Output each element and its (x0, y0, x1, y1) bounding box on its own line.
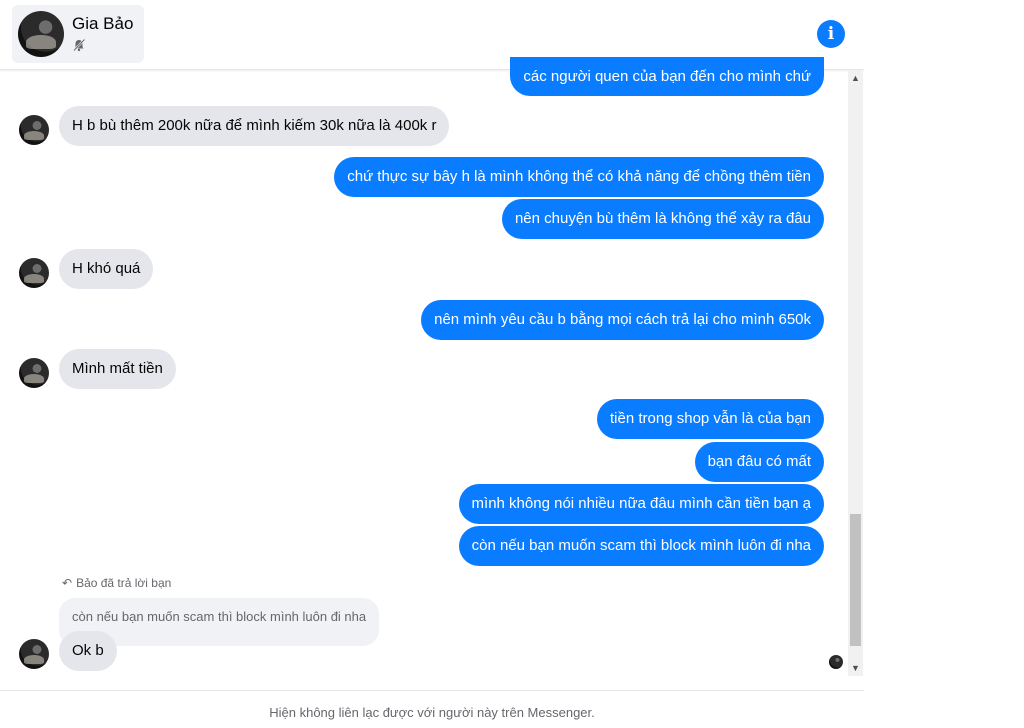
unavailable-notice: Hiện không liên lạc được với người này t… (269, 705, 595, 720)
message-bubble-outgoing[interactable]: nên mình yêu cầu b bằng mọi cách trả lại… (421, 300, 824, 340)
scroll-up-arrow-icon[interactable]: ▲ (848, 70, 863, 86)
message-bubble-incoming[interactable]: Mình mất tiền (59, 349, 176, 389)
message-bubble-outgoing[interactable]: các người quen của bạn đến cho mình chứ (510, 57, 824, 96)
chat-panel: Gia Bảo i các người quen của bạn đến cho… (0, 0, 864, 728)
muted-bell-icon (73, 38, 86, 52)
scroll-down-arrow-icon[interactable]: ▼ (848, 660, 863, 676)
reply-caption-text: Bảo đã trả lời bạn (76, 576, 172, 590)
message-bubble-incoming[interactable]: H khó quá (59, 249, 154, 289)
info-icon[interactable]: i (817, 20, 845, 48)
sender-avatar[interactable] (19, 258, 49, 288)
scroll-thumb[interactable] (850, 514, 861, 646)
seen-indicator-avatar (829, 655, 843, 669)
sender-avatar[interactable] (19, 639, 49, 669)
reply-caption: ↶ Bảo đã trả lời bạn (62, 576, 171, 590)
page-background (864, 0, 1024, 727)
message-bubble-outgoing[interactable]: tiền trong shop vẫn là của bạn (597, 399, 824, 439)
contact-avatar[interactable] (18, 11, 64, 57)
message-bubble-incoming[interactable]: Ok b (59, 631, 117, 671)
message-bubble-incoming[interactable]: H b bù thêm 200k nữa để mình kiếm 30k nữ… (59, 106, 450, 146)
reply-arrow-icon: ↶ (62, 576, 73, 590)
message-bubble-outgoing[interactable]: còn nếu bạn muốn scam thì block mình luô… (458, 526, 824, 566)
message-bubble-outgoing[interactable]: mình không nói nhiều nữa đâu mình cần ti… (458, 484, 824, 524)
sender-avatar[interactable] (19, 115, 49, 145)
contact-name[interactable]: Gia Bảo (72, 14, 133, 34)
message-bubble-outgoing[interactable]: nên chuyện bù thêm là không thể xảy ra đ… (501, 199, 824, 239)
sender-avatar[interactable] (19, 358, 49, 388)
composer-footer: Hiện không liên lạc được với người này t… (0, 690, 864, 728)
scrollbar[interactable]: ▲ ▼ (848, 70, 863, 676)
message-bubble-outgoing[interactable]: bạn đâu có mất (694, 442, 824, 482)
contact-chip[interactable]: Gia Bảo (12, 5, 144, 63)
message-bubble-outgoing[interactable]: chứ thực sự bây h là mình không thể có k… (334, 157, 824, 197)
